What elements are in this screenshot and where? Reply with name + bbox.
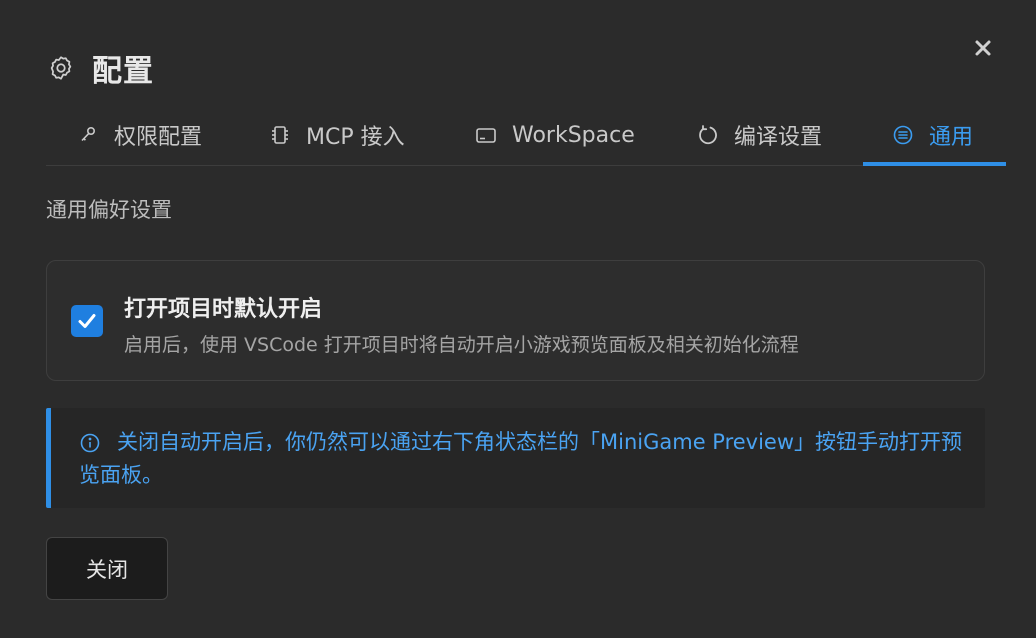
checkmark-icon	[78, 314, 96, 328]
tab-general[interactable]: 通用	[891, 104, 973, 166]
key-icon	[76, 123, 100, 147]
section-title: 通用偏好设置	[46, 198, 172, 222]
tab-workspace[interactable]: WorkSpace	[474, 104, 635, 166]
tab-build-settings[interactable]: 编译设置	[696, 104, 822, 166]
tab-permissions[interactable]: 权限配置	[76, 104, 202, 166]
info-banner: 关闭自动开启后，你仍然可以通过右下角状态栏的「MiniGame Preview」…	[46, 408, 985, 508]
dialog-header: 配置	[46, 48, 154, 89]
auto-open-checkbox[interactable]	[71, 305, 103, 337]
tab-label: WorkSpace	[512, 122, 635, 148]
refresh-icon	[696, 123, 720, 147]
info-text: 关闭自动开启后，你仍然可以通过右下角状态栏的「MiniGame Preview」…	[79, 430, 963, 487]
tab-label: 通用	[929, 125, 974, 150]
list-icon	[891, 123, 915, 147]
option-card: 打开项目时默认开启 启用后，使用 VSCode 打开项目时将自动开启小游戏预览面…	[46, 260, 985, 381]
dialog-title: 配置	[92, 54, 154, 89]
settings-dialog: 配置 权限配置 MCP 接入 WorkSpace 编译设置 通用 通用偏好设置 …	[0, 0, 1036, 638]
gear-icon	[46, 53, 76, 83]
chip-icon	[268, 123, 292, 147]
option-description: 启用后，使用 VSCode 打开项目时将自动开启小游戏预览面板及相关初始化流程	[124, 334, 799, 356]
tab-label: 权限配置	[114, 125, 203, 150]
tab-bar: 权限配置 MCP 接入 WorkSpace 编译设置 通用	[46, 104, 1006, 166]
tab-mcp[interactable]: MCP 接入	[268, 104, 405, 166]
close-icon[interactable]	[968, 33, 998, 63]
active-tab-indicator	[863, 162, 1006, 166]
window-icon	[474, 123, 498, 147]
tab-label: 编译设置	[734, 125, 823, 150]
option-title: 打开项目时默认开启	[124, 297, 323, 322]
tab-label: MCP 接入	[306, 125, 405, 150]
close-button[interactable]: 关闭	[46, 537, 168, 600]
